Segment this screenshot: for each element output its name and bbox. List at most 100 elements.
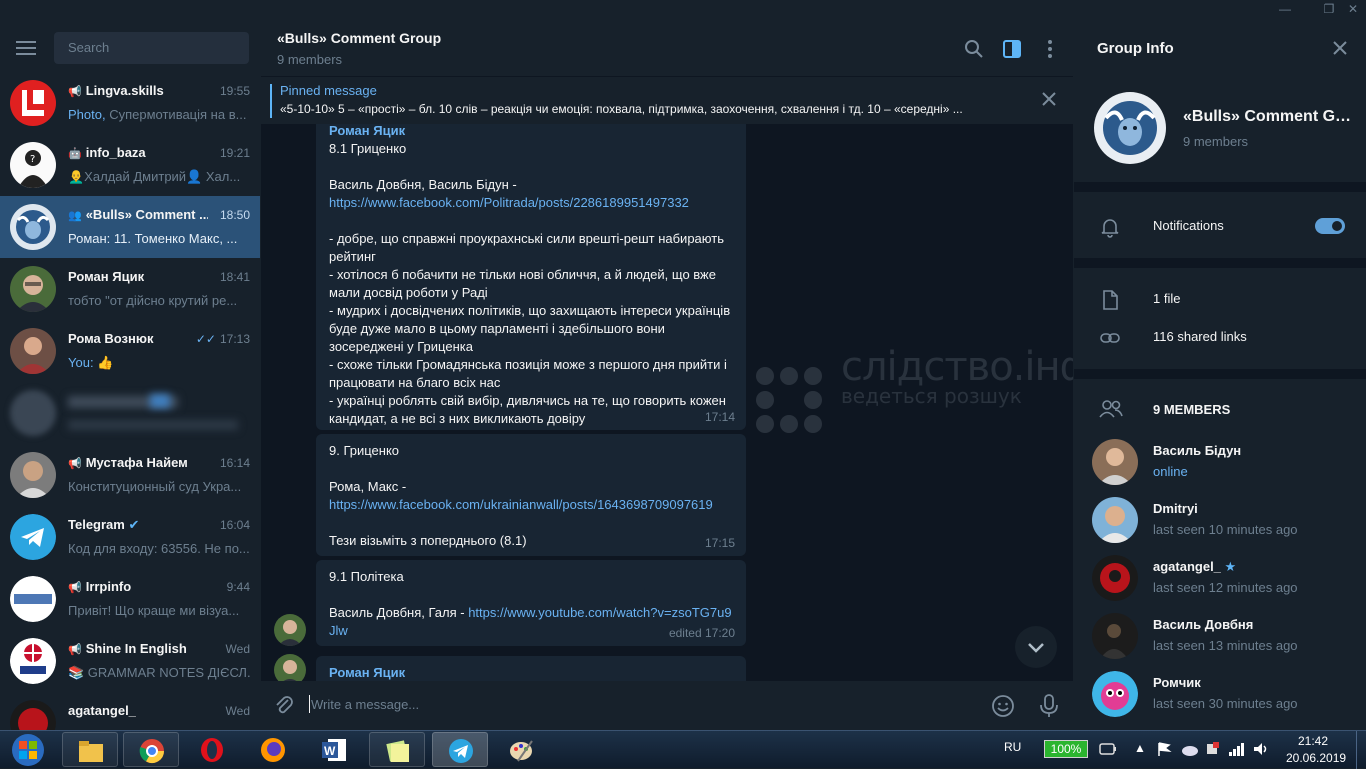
language-indicator[interactable]: RU (1004, 740, 1021, 754)
attach-icon[interactable] (273, 694, 295, 716)
avatar (10, 80, 56, 126)
cloud-icon[interactable] (1180, 741, 1200, 757)
search-icon[interactable] (963, 38, 985, 60)
show-desktop-button[interactable] (1356, 731, 1366, 769)
notifications-toggle[interactable] (1315, 218, 1345, 234)
message-composer[interactable]: Write a message... (261, 681, 1073, 730)
chat-header[interactable]: «Bulls» Comment Group 9 members (261, 20, 1073, 76)
pinned-title: Pinned message (280, 83, 377, 98)
chat-item-lingva-skills[interactable]: 📢 Lingva.skills 19:55 Photo, Супермотивац… (0, 72, 260, 134)
close-window-button[interactable]: ✕ (1342, 2, 1364, 16)
paint-icon (510, 740, 533, 762)
chat-item-roman-yatsyk[interactable]: Роман Яцик 18:41 тобто "от дійсно крутий… (0, 258, 260, 320)
chat-item-irrpinfo[interactable]: 📢 Irrpinfo 9:44 Привіт! Що краще ми візуа… (0, 568, 260, 630)
taskbar-sticky-notes[interactable] (369, 732, 425, 767)
chat-item-blurred[interactable] (0, 382, 260, 444)
files-row[interactable]: 1 file (1074, 280, 1366, 318)
chat-item-shine-in-english[interactable]: 📢 Shine In English Wed 📚 GRAMMAR NOTES ДІ… (0, 630, 260, 692)
bell-icon (1101, 219, 1119, 238)
battery-plug-icon[interactable] (1098, 741, 1118, 757)
taskbar-telegram[interactable] (432, 732, 488, 767)
start-button-icon[interactable] (4, 732, 48, 768)
signal-icon[interactable] (1228, 741, 1246, 757)
close-icon[interactable] (1332, 40, 1348, 56)
taskbar-paint[interactable] (494, 732, 550, 767)
channel-icon: 📢 (68, 86, 82, 98)
members-icon (1099, 400, 1123, 418)
chat-name: Мустафа Найем (85, 455, 188, 470)
minimize-button[interactable]: — (1274, 2, 1296, 16)
avatar (10, 576, 56, 622)
chat-item-telegram[interactable]: Telegram ✔ 16:04 Код для входу: 63556. Н… (0, 506, 260, 568)
search-input[interactable]: Search (54, 32, 249, 64)
network-alert-icon[interactable] (1204, 741, 1220, 757)
message-link[interactable]: https://www.facebook.com/ukrainianwall/p… (329, 497, 713, 512)
taskbar-chrome[interactable] (123, 732, 179, 767)
avatar (10, 390, 56, 436)
group-members-count: 9 members (1183, 134, 1249, 149)
taskbar-opera[interactable] (184, 732, 240, 767)
sender-avatar[interactable] (274, 654, 306, 681)
message-list[interactable]: слідство.інфо ведеться розшук Роман Яцик… (261, 124, 1073, 681)
blurred-badge (150, 394, 170, 408)
section-divider (1074, 182, 1366, 192)
files-label: 1 file (1153, 291, 1181, 306)
avatar (1092, 671, 1138, 717)
taskbar-word[interactable]: W (306, 732, 362, 767)
volume-icon[interactable] (1252, 741, 1270, 757)
message-text: 8.1 Гриценко Василь Довбня, Василь Бідун… (329, 141, 731, 426)
notifications-row[interactable]: Notifications (1074, 207, 1366, 245)
message-bubble[interactable]: 9. Гриценко Рома, Макс - https://www.fac… (316, 434, 746, 556)
member-item[interactable]: agatangel_ ★ last seen 12 minutes ago (1074, 549, 1366, 607)
links-label: 116 shared links (1153, 329, 1247, 344)
member-name: Dmitryi (1153, 501, 1198, 516)
message-link[interactable]: https://www.facebook.com/Politrada/posts… (329, 195, 689, 210)
avatar: ? (10, 142, 56, 188)
link-icon (1100, 333, 1120, 343)
clock-date[interactable]: 20.06.2019 (1286, 751, 1346, 765)
chat-time: 19:21 (219, 146, 250, 160)
chat-item-mustafa-nayem[interactable]: 📢 Мустафа Найем 16:14 Конституционный суд… (0, 444, 260, 506)
chat-item-roma-vozniuk[interactable]: Рома Вознюк ✓✓ 17:13 You: 👍 (0, 320, 260, 382)
member-item[interactable]: Василь Довбня last seen 13 minutes ago (1074, 607, 1366, 665)
scroll-down-button[interactable] (1015, 626, 1057, 668)
chat-item-bulls-comment-group[interactable]: 👥 «Bulls» Comment ... 18:50 Роман: 11. То… (0, 196, 260, 258)
message-input[interactable]: Write a message... (311, 697, 419, 712)
taskbar-explorer[interactable] (62, 732, 118, 767)
emoji-icon[interactable] (991, 694, 1015, 718)
member-item[interactable]: Ромчик last seen 30 minutes ago (1074, 665, 1366, 723)
links-row[interactable]: 116 shared links (1074, 318, 1366, 356)
chat-name: Telegram (68, 517, 125, 532)
member-status: last seen 13 minutes ago (1153, 638, 1298, 653)
chat-item-info-baza[interactable]: ? 🤖 info_baza 19:21 👨‍🦲Халдай Дмитрий👤 Ха… (0, 134, 260, 196)
show-hidden-icons-icon[interactable]: ▲ (1134, 741, 1146, 755)
chat-item-agatangel[interactable]: agatangel_ Wed (0, 692, 260, 730)
message-bubble[interactable]: Роман Яцик (316, 656, 746, 681)
maximize-button[interactable]: ❐ (1318, 2, 1340, 16)
battery-indicator[interactable]: 100% (1044, 740, 1088, 758)
message-sender[interactable]: Роман Яцик (329, 664, 733, 681)
microphone-icon[interactable] (1037, 693, 1061, 719)
flag-icon[interactable] (1156, 741, 1172, 757)
chat-preview: 👍 (93, 355, 114, 370)
chat-preview-accent: Photo, (68, 107, 106, 122)
group-avatar[interactable] (1094, 92, 1166, 164)
member-status: online (1153, 464, 1188, 479)
member-item[interactable]: Василь Бідун online (1074, 433, 1366, 491)
sidebar-toggle-icon[interactable] (1001, 38, 1023, 60)
message-bubble[interactable]: Роман Яцик 8.1 Гриценко Василь Довбня, В… (316, 124, 746, 430)
taskbar-firefox[interactable] (245, 732, 301, 767)
message-bubble[interactable]: 9.1 Політека Василь Довбня, Галя - https… (316, 560, 746, 646)
close-pinned-icon[interactable] (1041, 91, 1057, 107)
file-icon (1103, 290, 1118, 310)
member-item[interactable]: Dmitryi last seen 10 minutes ago (1074, 491, 1366, 549)
chat-panel: «Bulls» Comment Group 9 members Pinned m… (261, 20, 1073, 730)
more-options-icon[interactable] (1039, 38, 1061, 60)
chat-preview: Конституционный суд Укра... (68, 479, 242, 494)
message-sender[interactable]: Роман Яцик (329, 124, 733, 140)
pinned-message[interactable]: Pinned message «5-10-10» 5 – «прості» – … (261, 76, 1073, 124)
sender-avatar[interactable] (274, 614, 306, 646)
hamburger-menu-icon[interactable] (16, 41, 36, 55)
message-time: 17:15 (704, 536, 735, 550)
clock-time[interactable]: 21:42 (1298, 734, 1328, 748)
